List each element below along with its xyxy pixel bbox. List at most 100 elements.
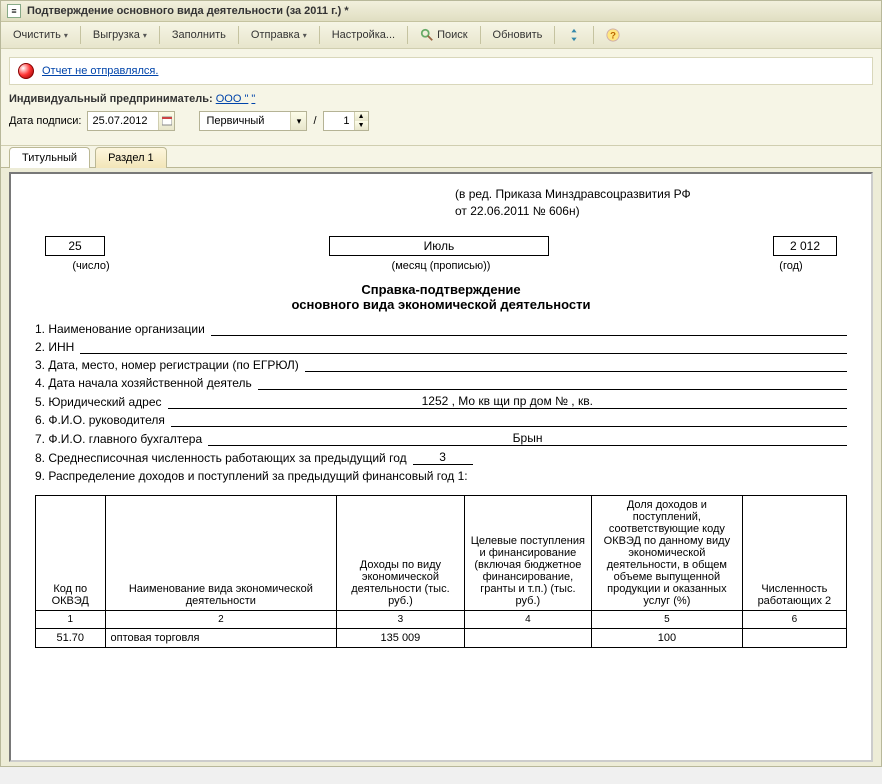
th-share: Доля доходов и поступлений, соответствую… — [592, 495, 743, 610]
sign-date-field[interactable] — [88, 112, 158, 130]
fill-label: Заполнить — [172, 29, 226, 41]
toolbar-separator — [319, 26, 320, 44]
search-icon — [420, 28, 434, 42]
cell-workers[interactable] — [742, 628, 846, 647]
unload-label: Выгрузка — [93, 29, 140, 41]
th-activity: Наименование вида экономической деятельн… — [105, 495, 337, 610]
f1-label: 1. Наименование организации — [35, 322, 205, 336]
org-label: Индивидуальный предприниматель: — [9, 93, 213, 105]
variant-number-spinner[interactable]: ▲ ▼ — [323, 111, 369, 131]
variant-number-field[interactable] — [324, 112, 354, 130]
date-year-box: 2 012 — [773, 236, 837, 256]
clear-button[interactable]: Очистить ▾ — [6, 26, 75, 44]
chevron-down-icon: ▾ — [143, 31, 147, 40]
f5-label: 5. Юридический адрес — [35, 395, 162, 409]
org-row: Индивидуальный предприниматель: ООО " " — [9, 93, 873, 105]
calendar-icon[interactable] — [158, 112, 174, 130]
sign-date-label: Дата подписи: — [9, 115, 81, 127]
f8-value[interactable]: 3 — [413, 450, 473, 465]
app-icon: ≡ — [7, 4, 21, 18]
variant-value: Первичный — [200, 112, 290, 130]
th-income: Доходы по виду экономической деятельност… — [337, 495, 464, 610]
search-button[interactable]: Поиск — [413, 25, 474, 45]
date-month-box: Июль — [329, 236, 549, 256]
coln-4: 4 — [464, 610, 591, 628]
f9-label: 9. Распределение доходов и поступлений з… — [35, 469, 468, 483]
f5-value[interactable]: 1252 , Мо кв щи пр дом № , кв. — [168, 394, 848, 409]
send-button[interactable]: Отправка ▾ — [244, 26, 314, 44]
clear-label: Очистить — [13, 29, 61, 41]
chevron-down-icon: ▾ — [64, 31, 68, 40]
status-bar: Отчет не отправлялся. — [9, 57, 873, 85]
doc-subtitle: основного вида экономической деятельност… — [35, 297, 847, 312]
coln-5: 5 — [592, 610, 743, 628]
cell-okved[interactable]: 51.70 — [36, 628, 106, 647]
table-row[interactable]: 51.70 оптовая торговля 135 009 100 — [36, 628, 847, 647]
cell-share[interactable]: 100 — [592, 628, 743, 647]
expand-icon — [567, 28, 581, 42]
f3-label: 3. Дата, место, номер регистрации (по ЕГ… — [35, 358, 299, 372]
f8-label: 8. Среднесписочная численность работающи… — [35, 451, 407, 465]
toolbar-separator — [159, 26, 160, 44]
send-label: Отправка — [251, 29, 300, 41]
toolbar: Очистить ▾ Выгрузка ▾ Заполнить Отправка… — [1, 22, 881, 49]
th-funding: Целевые поступления и финансирование (вк… — [464, 495, 591, 610]
chevron-down-icon: ▾ — [303, 31, 307, 40]
org-link[interactable]: ООО " — [216, 93, 249, 105]
toolbar-separator — [480, 26, 481, 44]
refresh-label: Обновить — [493, 29, 543, 41]
f4-label: 4. Дата начала хозяйственной деятель — [35, 376, 252, 390]
doc-title: Справка-подтверждение — [35, 282, 847, 297]
toolbar-separator — [80, 26, 81, 44]
f4-value[interactable] — [258, 389, 847, 390]
document-frame: (в ред. Приказа Минздравсоцразвития РФ о… — [9, 172, 873, 762]
header-note-2: от 22.06.2011 № 606н) — [455, 203, 847, 220]
status-text[interactable]: Отчет не отправлялся. — [42, 65, 158, 77]
spin-down-icon[interactable]: ▼ — [354, 121, 368, 130]
toolbar-separator — [554, 26, 555, 44]
caption-day: (число) — [45, 260, 137, 272]
f6-label: 6. Ф.И.О. руководителя — [35, 413, 165, 427]
f1-value[interactable] — [211, 335, 847, 336]
fill-button[interactable]: Заполнить — [165, 26, 233, 44]
toolbar-separator — [238, 26, 239, 44]
f7-label: 7. Ф.И.О. главного бухгалтера — [35, 432, 202, 446]
window-title: Подтверждение основного вида деятельност… — [27, 5, 349, 17]
cell-activity[interactable]: оптовая торговля — [105, 628, 337, 647]
coln-3: 3 — [337, 610, 464, 628]
f6-value[interactable] — [171, 426, 847, 427]
document: (в ред. Приказа Минздравсоцразвития РФ о… — [11, 174, 871, 660]
coln-1: 1 — [36, 610, 106, 628]
caption-year: (год) — [745, 260, 837, 272]
sign-date-input[interactable] — [87, 111, 175, 131]
toolbar-separator — [407, 26, 408, 44]
f7-value[interactable]: Брын — [208, 431, 847, 446]
coln-6: 6 — [742, 610, 846, 628]
tabs: Титульный Раздел 1 — [1, 146, 881, 168]
caption-month: (месяц (прописью)) — [315, 260, 567, 272]
chevron-down-icon[interactable]: ▾ — [290, 112, 306, 130]
settings-button[interactable]: Настройка... — [325, 26, 402, 44]
org-quote: " — [251, 93, 255, 105]
th-okved: Код по ОКВЭД — [36, 495, 106, 610]
variant-select[interactable]: Первичный ▾ — [199, 111, 307, 131]
unload-button[interactable]: Выгрузка ▾ — [86, 26, 154, 44]
refresh-button[interactable]: Обновить — [486, 26, 550, 44]
spin-up-icon[interactable]: ▲ — [354, 112, 368, 121]
f3-value[interactable] — [305, 371, 847, 372]
tab-section1[interactable]: Раздел 1 — [95, 147, 167, 168]
f2-label: 2. ИНН — [35, 340, 74, 354]
status-icon — [18, 63, 34, 79]
cell-funding[interactable] — [464, 628, 591, 647]
expand-button[interactable] — [560, 25, 588, 45]
header-note-1: (в ред. Приказа Минздравсоцразвития РФ — [455, 186, 847, 203]
tab-title[interactable]: Титульный — [9, 147, 90, 168]
f2-value[interactable] — [80, 353, 847, 354]
cell-income[interactable]: 135 009 — [337, 628, 464, 647]
toolbar-separator — [593, 26, 594, 44]
coln-2: 2 — [105, 610, 337, 628]
help-icon: ? — [606, 28, 620, 42]
help-button[interactable]: ? — [599, 25, 627, 45]
th-workers: Численность работающих 2 — [742, 495, 846, 610]
svg-text:?: ? — [610, 31, 616, 42]
